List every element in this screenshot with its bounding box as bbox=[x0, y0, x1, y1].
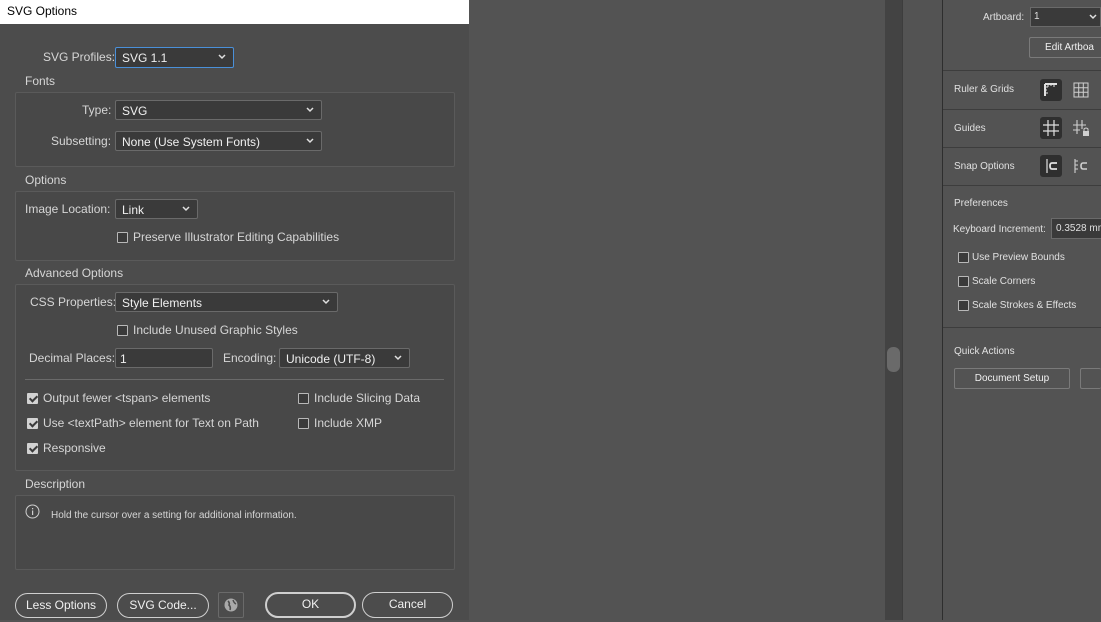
dialog-title: SVG Options bbox=[7, 4, 78, 18]
scale-corners-checkbox[interactable] bbox=[958, 276, 969, 287]
use-textpath-label: Use <textPath> element for Text on Path bbox=[43, 416, 259, 430]
include-unused-checkbox[interactable] bbox=[117, 325, 128, 336]
lock-guides-toggle[interactable] bbox=[1070, 117, 1092, 139]
subsetting-label: Subsetting: bbox=[51, 134, 112, 148]
scale-strokes-label: Scale Strokes & Effects bbox=[972, 300, 1077, 311]
guides-label: Guides bbox=[954, 123, 986, 134]
grid-toggle[interactable] bbox=[1070, 79, 1092, 101]
info-icon bbox=[25, 504, 40, 519]
artboard-select[interactable]: 1 bbox=[1030, 7, 1101, 27]
scale-strokes-checkbox[interactable] bbox=[958, 300, 969, 311]
edit-artboards-button[interactable]: Edit Artboa bbox=[1029, 37, 1101, 58]
css-properties-value: Style Elements bbox=[122, 296, 203, 310]
include-xmp-label: Include XMP bbox=[314, 416, 383, 430]
output-fewer-label: Output fewer <tspan> elements bbox=[43, 391, 211, 405]
keyboard-increment-value: 0.3528 mm bbox=[1056, 223, 1101, 234]
properties-panel: Artboard: 1 Edit Artboa Ruler & Grids Gu… bbox=[943, 0, 1101, 620]
canvas-area bbox=[469, 0, 885, 620]
svg-code-button[interactable]: SVG Code... bbox=[117, 593, 209, 618]
advanced-heading: Advanced Options bbox=[25, 266, 124, 280]
css-properties-select[interactable]: Style Elements bbox=[115, 292, 338, 312]
artboard-value: 1 bbox=[1034, 11, 1040, 22]
chevron-down-icon bbox=[306, 107, 314, 113]
include-slicing-label: Include Slicing Data bbox=[314, 391, 421, 405]
use-preview-bounds-checkbox[interactable] bbox=[958, 252, 969, 263]
output-fewer-checkbox[interactable] bbox=[27, 393, 38, 404]
decimal-places-input[interactable]: 1 bbox=[115, 348, 213, 368]
image-location-label: Image Location: bbox=[25, 202, 111, 216]
description-group bbox=[15, 495, 455, 570]
ruler-icon bbox=[1044, 83, 1057, 96]
font-type-value: SVG bbox=[122, 104, 148, 118]
ruler-grids-label: Ruler & Grids bbox=[954, 84, 1015, 95]
ok-button[interactable]: OK bbox=[265, 592, 356, 618]
svg-profiles-select[interactable]: SVG 1.1 bbox=[115, 47, 234, 68]
rulers-toggle[interactable] bbox=[1040, 79, 1062, 101]
image-location-select[interactable]: Link bbox=[115, 199, 198, 219]
preserve-checkbox[interactable] bbox=[117, 232, 128, 243]
globe-icon bbox=[224, 598, 238, 612]
guides-icon bbox=[1043, 120, 1059, 136]
vertical-scrollbar[interactable] bbox=[885, 0, 902, 620]
chevron-down-icon bbox=[394, 355, 402, 361]
snap-options-label: Snap Options bbox=[954, 161, 1015, 172]
fonts-heading: Fonts bbox=[25, 74, 56, 88]
chevron-down-icon bbox=[1089, 14, 1097, 20]
include-unused-label: Include Unused Graphic Styles bbox=[133, 323, 298, 337]
cancel-button[interactable]: Cancel bbox=[362, 592, 453, 618]
css-properties-label: CSS Properties: bbox=[30, 295, 117, 309]
chevron-down-icon bbox=[218, 54, 226, 60]
use-textpath-checkbox[interactable] bbox=[27, 418, 38, 429]
document-setup-button[interactable]: Document Setup bbox=[954, 368, 1070, 389]
decimal-places-value: 1 bbox=[120, 352, 127, 366]
use-preview-bounds-label: Use Preview Bounds bbox=[972, 252, 1065, 263]
responsive-label: Responsive bbox=[43, 441, 106, 455]
encoding-label: Encoding: bbox=[223, 351, 277, 365]
preferences-button[interactable] bbox=[1080, 368, 1101, 389]
grid-icon bbox=[1073, 82, 1089, 98]
chevron-down-icon bbox=[322, 299, 330, 305]
description-text: Hold the cursor over a setting for addit… bbox=[51, 510, 297, 521]
lock-guides-icon bbox=[1073, 120, 1089, 136]
less-options-button[interactable]: Less Options bbox=[15, 593, 107, 618]
chevron-down-icon bbox=[182, 206, 190, 212]
subsetting-select[interactable]: None (Use System Fonts) bbox=[115, 131, 322, 151]
chevron-down-icon bbox=[306, 138, 314, 144]
encoding-value: Unicode (UTF-8) bbox=[286, 352, 376, 366]
decimal-places-label: Decimal Places: bbox=[29, 351, 116, 365]
svg-profiles-label: SVG Profiles: bbox=[43, 50, 116, 64]
guides-toggle[interactable] bbox=[1040, 117, 1062, 139]
include-xmp-checkbox[interactable] bbox=[298, 418, 309, 429]
svg-options-dialog: SVG Options SVG Profiles: SVG 1.1 Fonts … bbox=[0, 0, 469, 620]
dialog-titlebar: SVG Options bbox=[0, 0, 469, 24]
scrollbar-thumb[interactable] bbox=[887, 347, 900, 372]
advanced-divider bbox=[25, 379, 444, 380]
image-location-value: Link bbox=[122, 203, 145, 217]
subsetting-value: None (Use System Fonts) bbox=[122, 135, 261, 149]
font-type-label: Type: bbox=[82, 103, 112, 117]
responsive-checkbox[interactable] bbox=[27, 443, 38, 454]
scale-corners-label: Scale Corners bbox=[972, 276, 1036, 287]
preferences-heading: Preferences bbox=[954, 198, 1008, 209]
snap-to-point-toggle[interactable] bbox=[1040, 155, 1062, 177]
svg-profiles-value: SVG 1.1 bbox=[122, 51, 168, 65]
snap-point-icon bbox=[1046, 159, 1057, 173]
font-type-select[interactable]: SVG bbox=[115, 100, 322, 120]
description-heading: Description bbox=[25, 477, 86, 491]
document-setup-label: Document Setup bbox=[974, 373, 1050, 384]
preserve-label: Preserve Illustrator Editing Capabilitie… bbox=[133, 230, 340, 244]
artboard-label: Artboard: bbox=[983, 12, 1025, 23]
include-slicing-checkbox[interactable] bbox=[298, 393, 309, 404]
web-preview-button[interactable] bbox=[218, 592, 244, 618]
keyboard-increment-input[interactable]: 0.3528 mm bbox=[1051, 218, 1101, 239]
options-heading: Options bbox=[25, 173, 67, 187]
snap-pixel-icon bbox=[1074, 159, 1087, 173]
snap-to-pixel-toggle[interactable] bbox=[1070, 155, 1092, 177]
canvas-gutter bbox=[902, 0, 943, 620]
edit-artboards-label: Edit Artboa bbox=[1045, 42, 1094, 53]
encoding-select[interactable]: Unicode (UTF-8) bbox=[279, 348, 410, 368]
keyboard-increment-label: Keyboard Increment: bbox=[953, 224, 1046, 235]
quick-actions-heading: Quick Actions bbox=[954, 346, 1015, 357]
